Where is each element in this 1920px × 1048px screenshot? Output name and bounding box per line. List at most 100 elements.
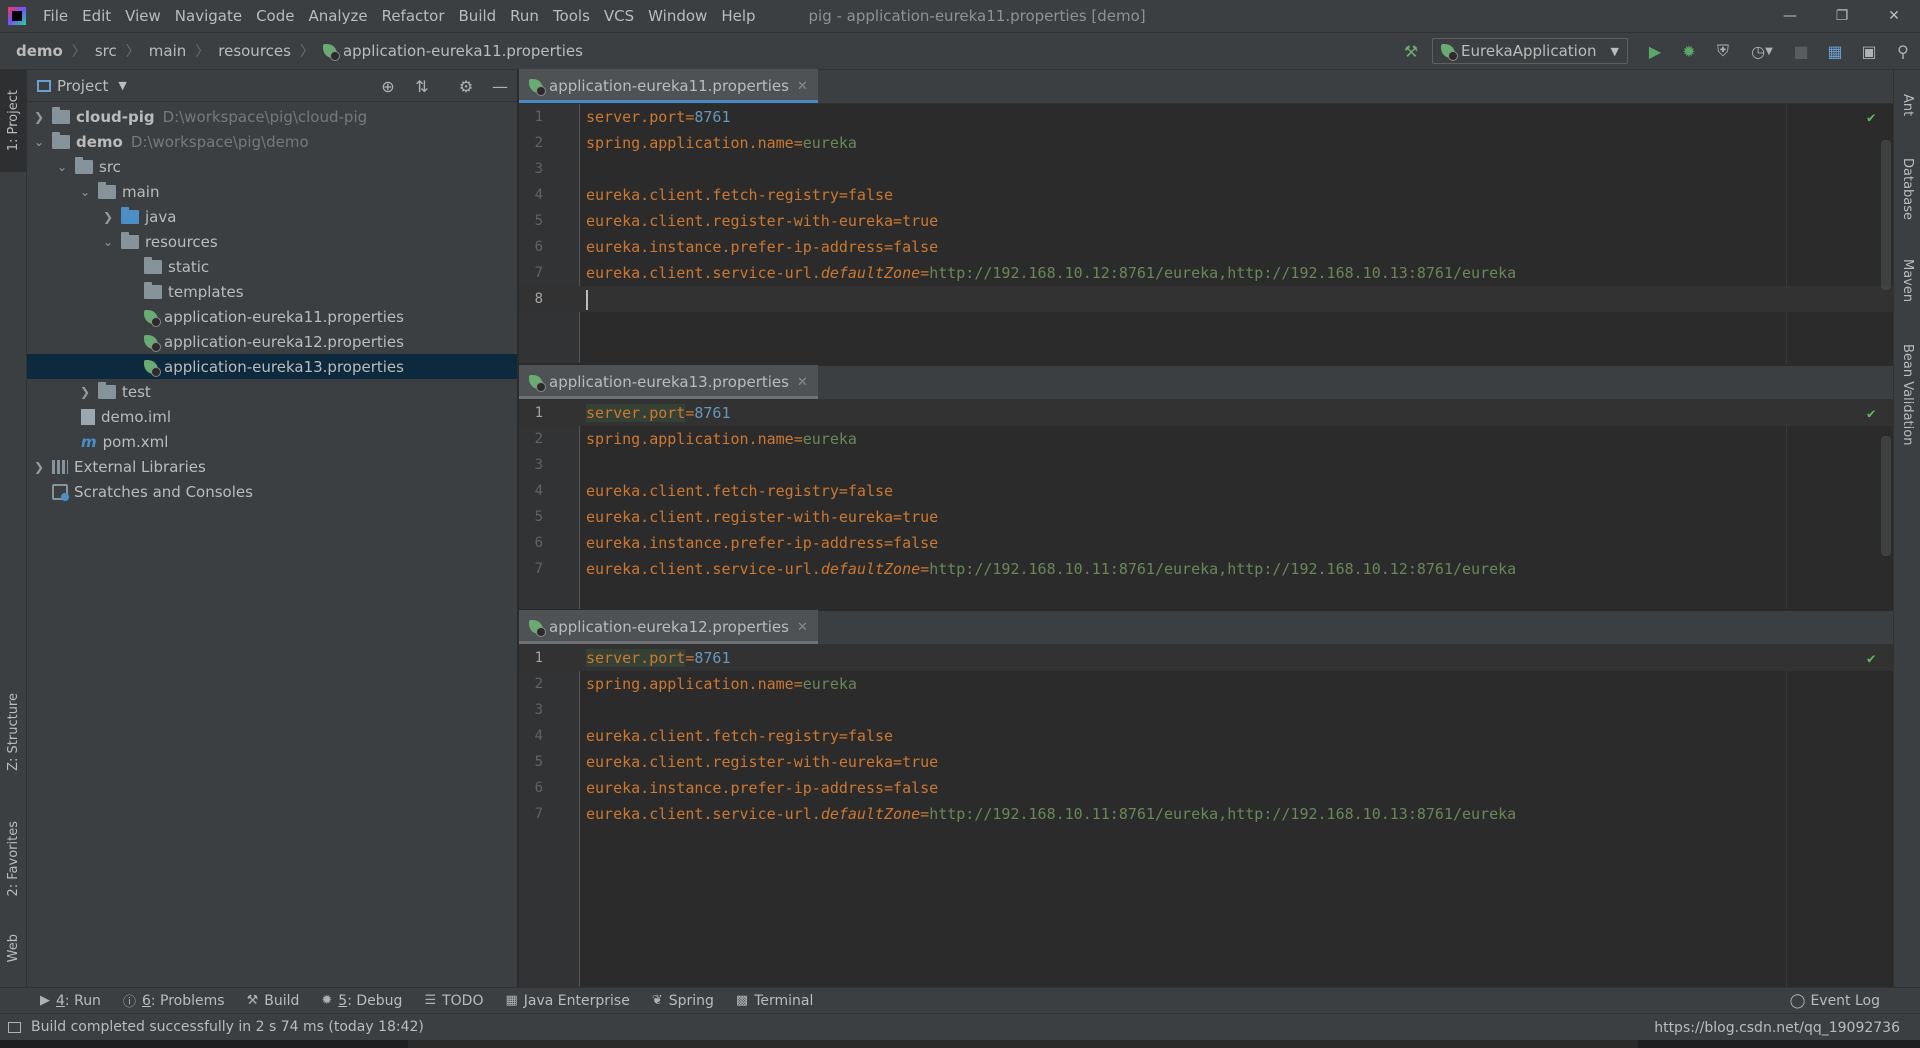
breadcrumb-demo[interactable]: demo	[16, 42, 63, 60]
tool-run[interactable]: ▶ 4: Run	[40, 993, 101, 1009]
tree-item-resources[interactable]: ⌄ resources	[27, 229, 517, 254]
menu-run[interactable]: Run	[503, 0, 546, 32]
gear-icon[interactable]: ⚙	[449, 77, 483, 96]
java-enterprise-icon: ▦	[505, 993, 518, 1008]
menu-edit[interactable]: Edit	[75, 0, 118, 32]
tool-debug[interactable]: ✹ 5: Debug	[321, 993, 402, 1009]
menu-refactor[interactable]: Refactor	[375, 0, 452, 32]
tool-tab-ant[interactable]: Ant	[1894, 80, 1920, 130]
run-configuration-label: EurekaApplication	[1461, 42, 1597, 60]
breadcrumb-main[interactable]: main	[149, 42, 186, 60]
menu-build[interactable]: Build	[452, 0, 504, 32]
profiler-icon[interactable]: ◷ ▼	[1740, 37, 1784, 65]
breadcrumb-src[interactable]: src	[95, 42, 117, 60]
tree-item-eureka13[interactable]: application-eureka13.properties	[27, 354, 517, 379]
code-area[interactable]: 1 server.port=8761 2 spring.application.na…	[519, 645, 1893, 987]
code-area[interactable]: 1 server.port=8761 2 spring.application.na…	[519, 104, 1893, 363]
project-panel-title[interactable]: Project	[57, 77, 108, 95]
chevron-down-icon[interactable]: ⌄	[32, 135, 46, 149]
tree-item-eureka12[interactable]: application-eureka12.properties	[27, 329, 517, 354]
coverage-icon[interactable]: ⛨	[1706, 37, 1740, 65]
menu-file[interactable]: File	[36, 0, 75, 32]
breadcrumb-separator-icon: 〉	[299, 44, 314, 60]
tool-terminal[interactable]: ▩ Terminal	[736, 993, 813, 1009]
close-icon[interactable]: ✕	[797, 375, 808, 390]
tool-tab-web[interactable]: Web	[0, 920, 27, 976]
build-hammer-icon[interactable]: ⚒	[1394, 37, 1428, 65]
run-icon[interactable]: ▶	[1638, 37, 1672, 65]
tab-eureka13[interactable]: application-eureka13.properties ✕	[519, 365, 818, 399]
status-message[interactable]: Build completed successfully in 2 s 74 m…	[8, 1019, 424, 1035]
menu-tools[interactable]: Tools	[546, 0, 597, 32]
close-icon[interactable]: ✕	[797, 620, 808, 635]
folder-icon	[98, 181, 116, 199]
menu-code[interactable]: Code	[249, 0, 301, 32]
tool-todo[interactable]: ☰ TODO	[424, 993, 483, 1009]
terminal-window-icon[interactable]: ▣	[1852, 37, 1886, 65]
tree-item-test[interactable]: ❯ test	[27, 379, 517, 404]
tool-tab-structure[interactable]: Z: Structure	[0, 682, 27, 782]
tree-item-static[interactable]: static	[27, 254, 517, 279]
chevron-right-icon[interactable]: ❯	[101, 210, 115, 224]
chevron-right-icon[interactable]: ❯	[32, 110, 46, 124]
chevron-down-icon[interactable]: ▼	[118, 79, 126, 92]
vertical-scrollbar[interactable]	[1881, 140, 1891, 290]
tool-tab-maven[interactable]: Maven	[1894, 246, 1920, 316]
search-icon[interactable]: ⚲	[1886, 37, 1920, 65]
debug-icon[interactable]: ✹	[1672, 37, 1706, 65]
menu-help[interactable]: Help	[714, 0, 762, 32]
tool-tab-database[interactable]: Database	[1894, 144, 1920, 234]
chevron-down-icon[interactable]: ⌄	[55, 160, 69, 174]
stop-icon[interactable]: ■	[1784, 37, 1818, 65]
tool-tab-project[interactable]: 1: Project	[0, 70, 27, 172]
chevron-down-icon[interactable]: ⌄	[101, 235, 115, 249]
menu-vcs[interactable]: VCS	[597, 0, 641, 32]
tree-item-templates[interactable]: templates	[27, 279, 517, 304]
tool-build[interactable]: ⚒ Build	[247, 993, 300, 1009]
tab-eureka11[interactable]: application-eureka11.properties ✕	[519, 69, 818, 103]
vertical-scrollbar[interactable]	[1881, 436, 1891, 556]
menu-analyze[interactable]: Analyze	[301, 0, 374, 32]
minimize-icon[interactable]: —	[1764, 0, 1816, 32]
close-icon[interactable]: ✕	[797, 79, 808, 94]
hide-panel-icon[interactable]: —	[483, 77, 517, 96]
collapse-all-icon[interactable]: ⇅	[405, 77, 439, 96]
no-problems-check-icon[interactable]: ✔	[1867, 406, 1875, 422]
restore-icon[interactable]: ❐	[1816, 0, 1868, 32]
tool-spring[interactable]: ❦ Spring	[652, 993, 714, 1009]
locate-file-icon[interactable]: ⊕	[371, 77, 405, 96]
breadcrumb-resources[interactable]: resources	[218, 42, 291, 60]
terminal-icon: ▩	[735, 993, 749, 1008]
menu-view[interactable]: View	[118, 0, 168, 32]
tool-tab-bean-validation[interactable]: Bean Validation	[1894, 332, 1920, 458]
tree-item-main[interactable]: ⌄ main	[27, 179, 517, 204]
tree-item-scratches[interactable]: Scratches and Consoles	[27, 479, 517, 504]
no-problems-check-icon[interactable]: ✔	[1867, 110, 1875, 126]
chevron-right-icon[interactable]: ❯	[78, 385, 92, 399]
tab-eureka12[interactable]: application-eureka12.properties ✕	[519, 610, 818, 644]
tree-item-src[interactable]: ⌄ src	[27, 154, 517, 179]
menu-navigate[interactable]: Navigate	[168, 0, 249, 32]
tree-item-demo-iml[interactable]: demo.iml	[27, 404, 517, 429]
no-problems-check-icon[interactable]: ✔	[1867, 651, 1875, 667]
chevron-right-icon[interactable]: ❯	[32, 460, 46, 474]
tool-java-enterprise[interactable]: ▦ Java Enterprise	[505, 993, 629, 1009]
list-icon: ☰	[424, 993, 437, 1008]
menu-window[interactable]: Window	[641, 0, 714, 32]
code-area[interactable]: 1 server.port=8761 2 spring.application.na…	[519, 400, 1893, 609]
tree-item-pom[interactable]: m pom.xml	[27, 429, 517, 454]
run-configuration-select[interactable]: EurekaApplication ▼	[1432, 38, 1628, 64]
tree-item-external-libraries[interactable]: ❯ External Libraries	[27, 454, 517, 479]
tool-event-log[interactable]: ◯ Event Log	[1790, 988, 1880, 1014]
tool-tab-favorites[interactable]: 2: Favorites	[0, 805, 27, 913]
tree-item-java[interactable]: ❯ java	[27, 204, 517, 229]
tree-item-demo[interactable]: ⌄ demo D:\workspace\pig\demo	[27, 129, 517, 154]
breadcrumb-file[interactable]: application-eureka11.properties	[322, 42, 583, 61]
chevron-down-icon[interactable]: ⌄	[78, 185, 92, 199]
tool-problems[interactable]: ⓘ 6: Problems	[123, 991, 225, 1011]
breadcrumb-separator-icon: 〉	[71, 44, 86, 60]
project-structure-icon[interactable]: ▦	[1818, 37, 1852, 65]
tree-item-cloud-pig[interactable]: ❯ cloud-pig D:\workspace\pig\cloud-pig	[27, 104, 517, 129]
close-window-icon[interactable]: ✕	[1868, 0, 1920, 32]
tree-item-eureka11[interactable]: application-eureka11.properties	[27, 304, 517, 329]
